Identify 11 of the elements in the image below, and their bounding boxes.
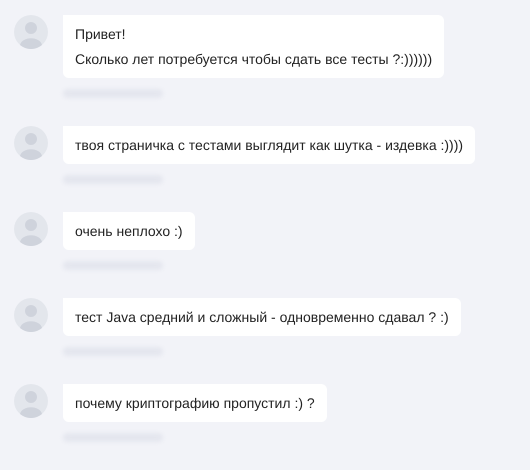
message-text: очень неплохо :): [75, 222, 183, 240]
message-text: почему криптографию пропустил :) ?: [75, 394, 315, 412]
avatar-icon: [14, 298, 48, 332]
message-text: твоя страничка с тестами выглядит как шутка - издевка :)))): [75, 136, 464, 154]
avatar-icon: [14, 384, 48, 418]
message-text: Сколько лет потребуется чтобы сдать все тесты ?:)))))): [75, 50, 432, 68]
avatar-icon: [14, 126, 48, 160]
avatar-icon: [14, 15, 48, 49]
avatar-icon: [14, 212, 48, 246]
message-text: Привет!: [75, 25, 127, 43]
message-text: тест Java средний и сложный - одновременно сдавал ? :): [75, 308, 449, 326]
